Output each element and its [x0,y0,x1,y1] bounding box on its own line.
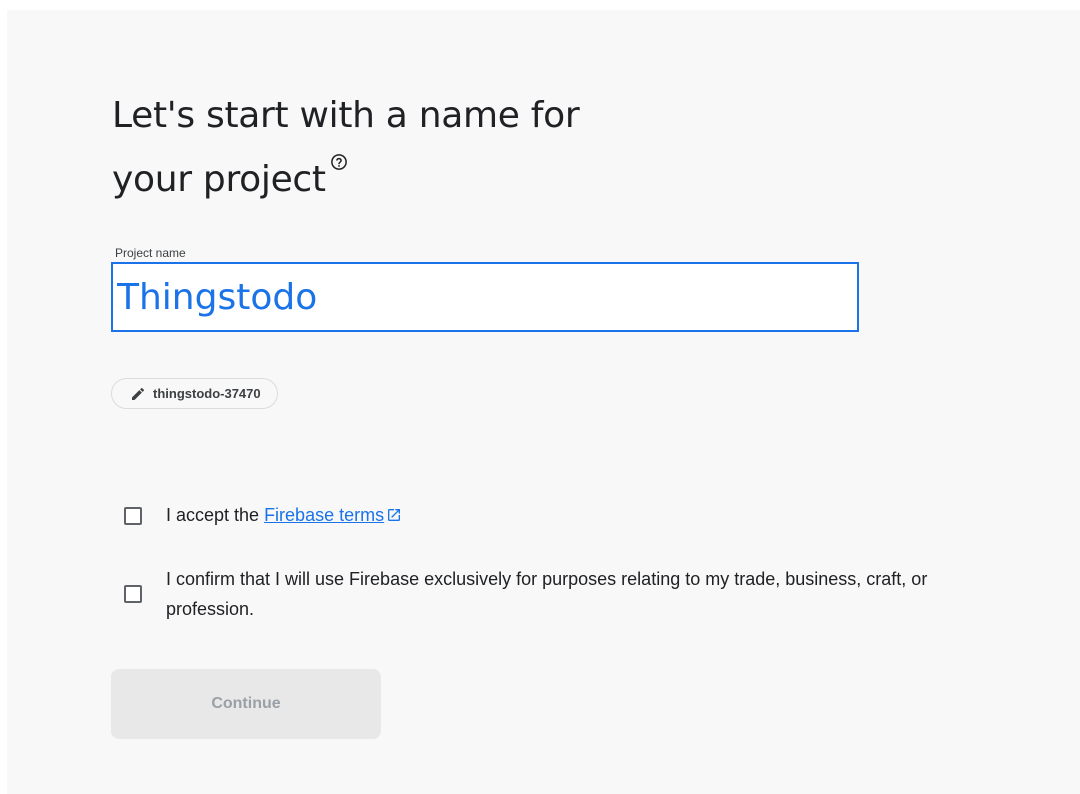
project-id-value: thingstodo-37470 [153,386,261,401]
page-title-line2: your project [112,159,326,200]
project-name-label: Project name [115,246,186,260]
confirm-label: I confirm that I will use Firebase exclu… [166,569,928,619]
terms-prefix: I accept the [166,505,265,525]
project-name-input[interactable] [111,262,859,332]
page-title: Let's start with a name for your project [112,84,732,212]
help-circle-icon[interactable] [330,128,348,170]
confirm-row: I confirm that I will use Firebase exclu… [124,564,946,624]
terms-checkbox[interactable] [124,506,142,525]
terms-label: I accept the Firebase terms [166,505,402,526]
project-id-chip[interactable]: thingstodo-37470 [111,378,278,409]
pencil-icon [130,386,146,402]
confirm-checkbox[interactable] [124,585,142,603]
continue-button[interactable]: Continue [111,669,381,739]
firebase-terms-link[interactable]: Firebase terms [264,505,384,525]
external-link-icon[interactable] [386,507,402,523]
terms-row: I accept the Firebase terms [124,505,402,526]
